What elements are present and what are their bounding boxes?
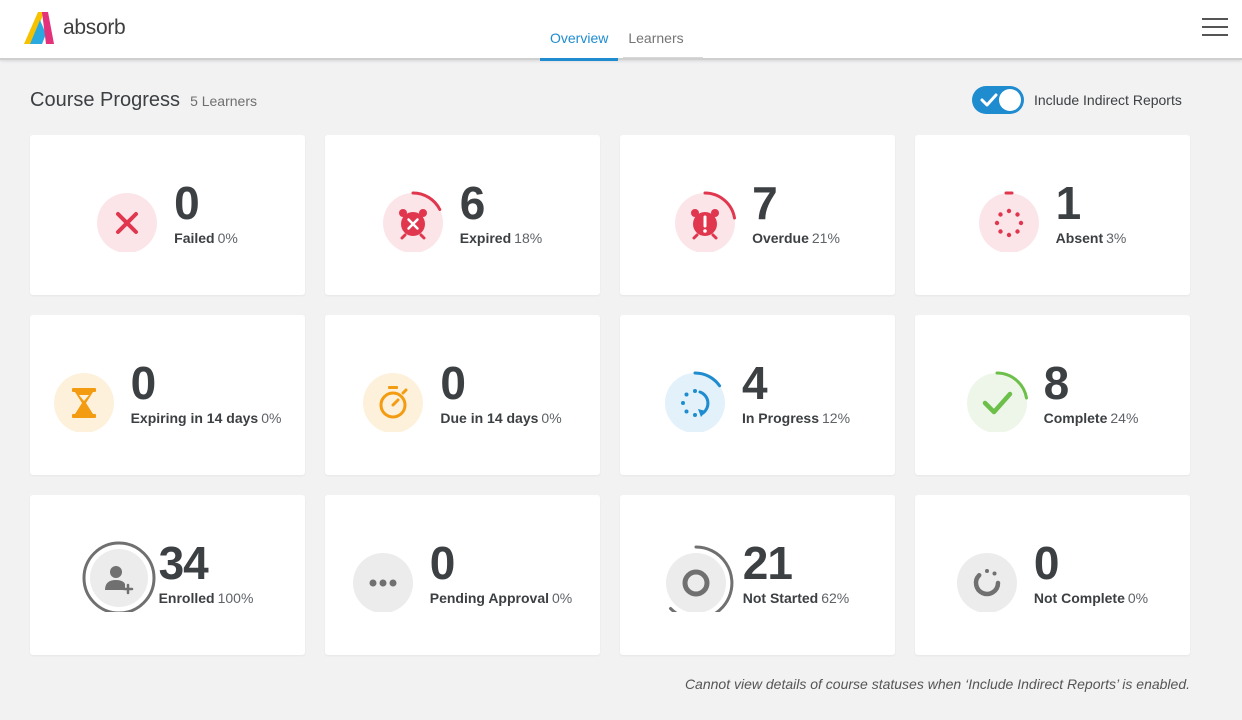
pending-label: Pending Approval xyxy=(429,590,550,606)
failed-percent: 0% xyxy=(217,230,238,246)
check-icon xyxy=(980,93,998,107)
not-complete-label: Not Complete xyxy=(1033,590,1125,606)
status-card-grid: 0 Failed 0% 6 Expired 18% 7 Overdue 21% … xyxy=(30,135,1190,655)
tab-divider xyxy=(623,57,703,58)
menu-icon[interactable] xyxy=(1202,18,1228,38)
absent-count: 1 xyxy=(1055,177,1082,229)
dotted-circle-icon xyxy=(978,178,1053,252)
not-started-label: Not Started xyxy=(742,590,819,606)
overdue-count: 7 xyxy=(752,177,778,229)
card-overdue[interactable]: 7 Overdue 21% xyxy=(620,135,895,295)
tab-overview[interactable]: Overview xyxy=(540,0,619,61)
absorb-logo-icon xyxy=(24,12,54,44)
checkmark-icon xyxy=(966,358,1041,432)
section-heading: Course Progress 5 Learners xyxy=(30,89,257,112)
footnote: Cannot view details of course statuses w… xyxy=(684,676,1190,692)
not-started-percent: 62% xyxy=(821,590,850,606)
not-complete-percent: 0% xyxy=(1127,590,1149,606)
expired-count: 6 xyxy=(459,177,486,229)
progress-arrow-icon xyxy=(664,358,739,432)
in-progress-percent: 12% xyxy=(822,410,851,426)
complete-percent: 24% xyxy=(1110,410,1139,426)
learner-count: 5 Learners xyxy=(190,93,257,109)
absent-label: Absent xyxy=(1055,230,1104,246)
indirect-reports-toggle[interactable] xyxy=(972,86,1024,114)
card-failed[interactable]: 0 Failed 0% xyxy=(30,135,305,295)
pending-percent: 0% xyxy=(552,590,573,606)
card-complete[interactable]: 8 Complete 24% xyxy=(915,315,1190,475)
toggle-label: Include Indirect Reports xyxy=(1034,92,1182,108)
user-plus-icon xyxy=(82,538,156,612)
card-pending-approval[interactable]: 0 Pending Approval 0% xyxy=(325,495,600,655)
alarm-x-icon xyxy=(382,178,457,252)
card-due[interactable]: 0 Due in 14 days 0% xyxy=(325,315,600,475)
absent-percent: 3% xyxy=(1106,230,1127,246)
card-expired[interactable]: 6 Expired 18% xyxy=(325,135,600,295)
in-progress-label: In Progress xyxy=(741,410,819,426)
card-not-started[interactable]: 21 Not Started 62% xyxy=(620,495,895,655)
due-percent: 0% xyxy=(541,410,562,426)
x-icon xyxy=(97,178,171,252)
card-not-complete[interactable]: 0 Not Complete 0% xyxy=(915,495,1190,655)
top-bar: absorb Overview Learners xyxy=(0,0,1242,61)
expiring-label: Expiring in 14 days xyxy=(130,410,259,426)
indirect-reports-toggle-group: Include Indirect Reports xyxy=(972,86,1182,114)
expired-percent: 18% xyxy=(514,230,543,246)
tab-learners[interactable]: Learners xyxy=(618,0,693,60)
ellipsis-icon xyxy=(352,538,427,612)
expiring-count: 0 xyxy=(130,357,157,409)
card-absent[interactable]: 1 Absent 3% xyxy=(915,135,1190,295)
partial-spinner-icon xyxy=(956,538,1031,612)
due-count: 0 xyxy=(440,357,466,409)
in-progress-count: 4 xyxy=(741,357,768,409)
expiring-percent: 0% xyxy=(261,410,282,426)
failed-count: 0 xyxy=(174,177,200,229)
expired-label: Expired xyxy=(459,230,512,246)
brand-logo[interactable]: absorb xyxy=(24,12,126,44)
overdue-label: Overdue xyxy=(752,230,809,246)
pending-count: 0 xyxy=(429,537,456,589)
card-expiring[interactable]: 0 Expiring in 14 days 0% xyxy=(30,315,305,475)
ring-icon xyxy=(665,538,740,612)
toggle-knob xyxy=(999,89,1021,111)
main-tabs: Overview Learners xyxy=(540,0,694,61)
failed-label: Failed xyxy=(174,230,215,246)
card-in-progress[interactable]: 4 In Progress 12% xyxy=(620,315,895,475)
enrolled-count: 34 xyxy=(158,537,209,589)
stopwatch-icon xyxy=(363,358,437,432)
page-title: Course Progress xyxy=(30,89,181,111)
complete-count: 8 xyxy=(1043,357,1070,409)
card-enrolled[interactable]: 34 Enrolled 100% xyxy=(30,495,305,655)
overdue-percent: 21% xyxy=(811,230,840,246)
due-label: Due in 14 days xyxy=(440,410,539,426)
complete-label: Complete xyxy=(1043,410,1108,426)
not-complete-count: 0 xyxy=(1033,537,1060,589)
alarm-exclamation-icon xyxy=(675,178,749,252)
enrolled-percent: 100% xyxy=(217,590,254,606)
hourglass-icon xyxy=(53,358,128,432)
brand-name: absorb xyxy=(63,16,126,39)
enrolled-label: Enrolled xyxy=(158,590,215,606)
not-started-count: 21 xyxy=(742,537,793,589)
